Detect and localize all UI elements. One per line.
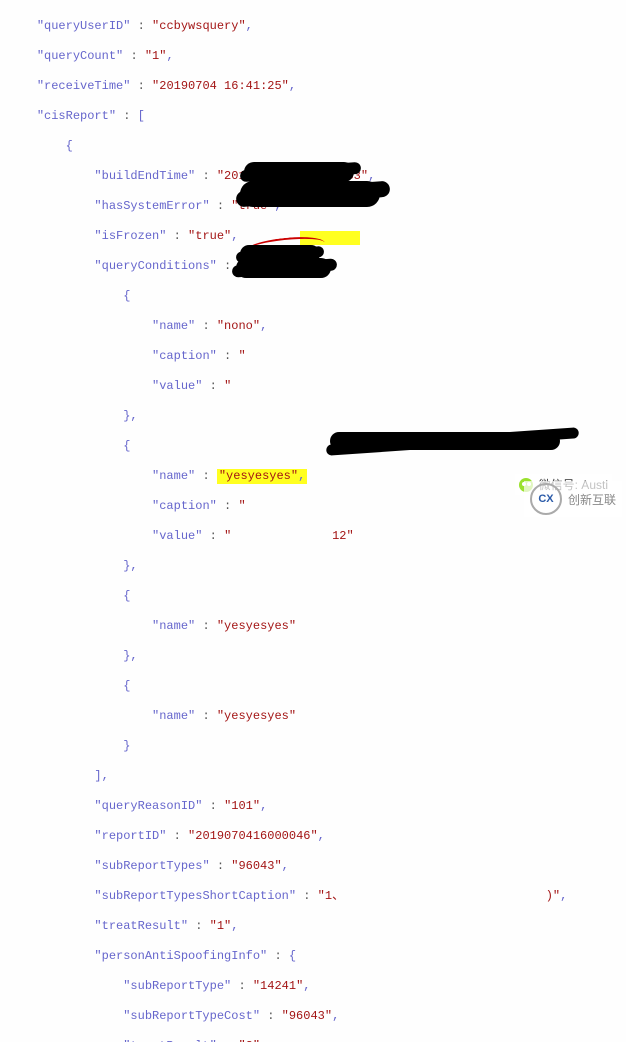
logo-sub: 创新互联 <box>568 491 616 508</box>
v-queryCount: "1" <box>145 49 167 63</box>
k-buildEndTime: "buildEndTime" <box>94 169 195 183</box>
k-cisReport: "cisReport" <box>37 109 116 123</box>
k-hasSystemError: "hasSystemError" <box>94 199 209 213</box>
v-receiveTime: "20190704 16:41:25" <box>152 79 289 93</box>
redaction-4 <box>236 258 331 278</box>
highlight-yesyesyes: "yesyesyes", <box>217 469 307 484</box>
v-queryUserID: "ccbywsquery" <box>152 19 246 33</box>
logo-mark: CX <box>530 483 562 515</box>
k-subReportType: "subReportType" <box>123 979 231 993</box>
k-queryUserID: "queryUserID" <box>37 19 131 33</box>
qc0-name: "nono" <box>217 319 260 333</box>
k-isFrozen: "isFrozen" <box>94 229 166 243</box>
k-queryReasonID: "queryReasonID" <box>94 799 202 813</box>
k-reportID: "reportID" <box>94 829 166 843</box>
brand-watermark: CX 创新互联 <box>524 481 622 517</box>
k-receiveTime: "receiveTime" <box>37 79 131 93</box>
v-isFrozen: "true" <box>188 229 231 243</box>
k-subReportTypesShortCaption: "subReportTypesShortCaption" <box>94 889 296 903</box>
redaction-2 <box>240 181 380 207</box>
k-queryConditions: "queryConditions" <box>94 259 216 273</box>
redaction-5 <box>330 432 560 450</box>
k-queryCount: "queryCount" <box>37 49 123 63</box>
k-subReportTypes: "subReportTypes" <box>94 859 209 873</box>
k-subReportTypeCost: "subReportTypeCost" <box>123 1009 260 1023</box>
k-treatResult: "treatResult" <box>94 919 188 933</box>
redaction-1 <box>244 162 354 182</box>
json-code: "queryUserID" : "ccbywsquery", "queryCou… <box>0 0 626 1042</box>
k-personAntiSpoofingInfo: "personAntiSpoofingInfo" <box>94 949 267 963</box>
